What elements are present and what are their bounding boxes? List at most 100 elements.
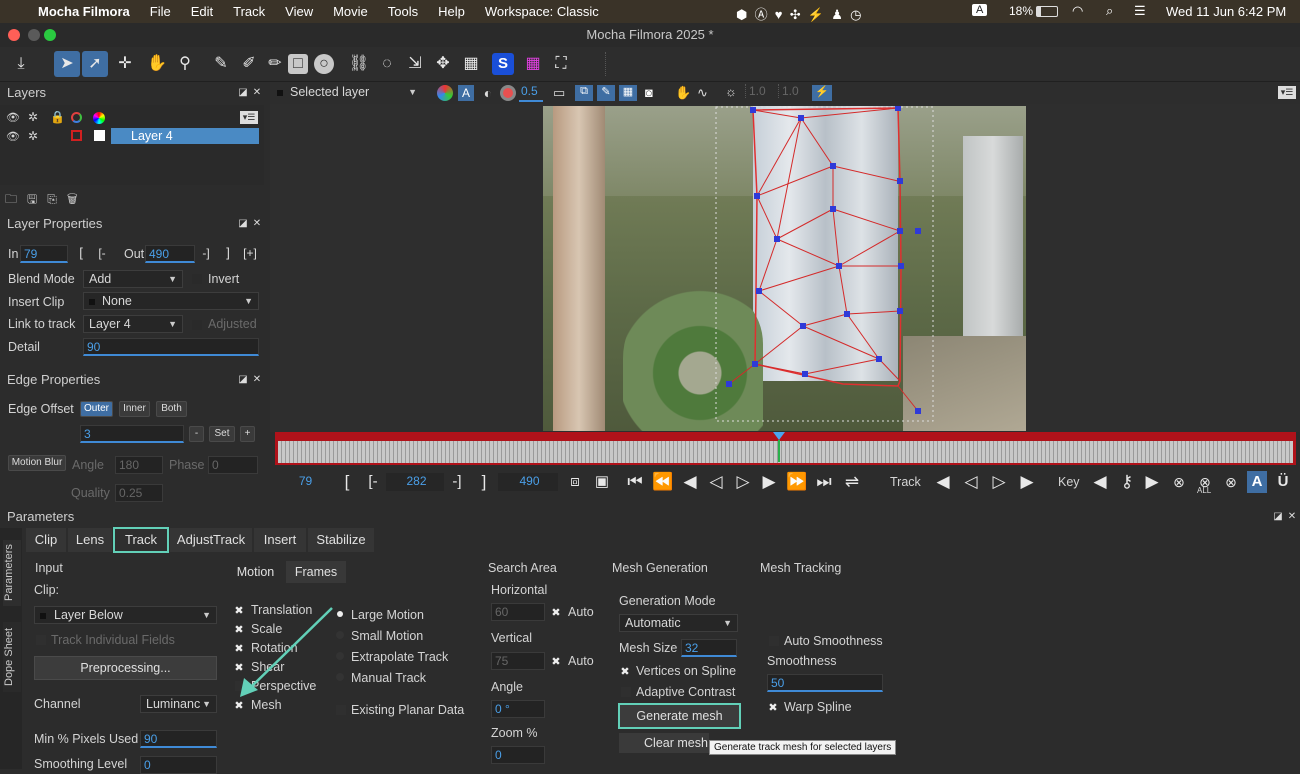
vertices-on-spline-checkbox[interactable]: ✖ xyxy=(619,665,631,678)
new-layer-icon[interactable]: 🖫 xyxy=(27,192,47,206)
surface-icon[interactable]: ▦ xyxy=(458,51,484,77)
out-point-field[interactable]: 490 xyxy=(145,245,195,263)
close-window-icon[interactable] xyxy=(8,29,20,41)
zoom-field[interactable]: 0 xyxy=(491,746,545,764)
wifi-icon[interactable]: ◠ xyxy=(1072,3,1083,19)
delete-layer-icon[interactable]: 🗑 xyxy=(67,192,88,206)
panel-close-icon[interactable]: ✕ xyxy=(1287,512,1297,522)
track-step-backward-icon[interactable]: ◁ xyxy=(960,471,982,493)
insert-clip-select[interactable]: None ▼ xyxy=(83,292,259,310)
in-point-field[interactable]: 79 xyxy=(20,245,68,263)
preprocessing-button[interactable]: Preprocessing... xyxy=(34,656,217,680)
side-tab-parameters[interactable]: Parameters xyxy=(3,540,21,606)
loop-icon[interactable]: ⇌ xyxy=(841,471,863,493)
monitor-icon[interactable]: ▭ xyxy=(553,85,571,101)
menu-view[interactable]: View xyxy=(285,4,313,19)
panel-float-icon[interactable]: ◪ xyxy=(238,88,248,98)
panel-float-icon[interactable]: ◪ xyxy=(238,219,248,229)
smoothing-field[interactable]: 0 xyxy=(140,756,217,774)
tab-track[interactable]: Track xyxy=(113,527,169,553)
spline-view-icon[interactable]: ✎ xyxy=(597,85,615,101)
edge-increment-button[interactable]: + xyxy=(240,426,255,442)
mask-view-icon[interactable]: ◐ xyxy=(480,85,496,101)
menu-workspace[interactable]: Workspace: Classic xyxy=(485,4,599,19)
menu-help[interactable]: Help xyxy=(438,4,465,19)
angle-search-field[interactable]: 0 ° xyxy=(491,700,545,718)
mesh-checkbox[interactable]: ✖ xyxy=(233,699,245,712)
gain-value[interactable]: 1.0 xyxy=(745,84,766,98)
minimize-window-icon[interactable] xyxy=(28,29,40,41)
inner-button[interactable]: Inner xyxy=(119,401,150,417)
step-back-key-icon[interactable]: ⏪ xyxy=(652,471,674,493)
stabilize-view-icon[interactable]: ∿ xyxy=(697,85,715,101)
current-frame-field[interactable]: 282 xyxy=(386,473,444,491)
grid-icon[interactable]: ▦ xyxy=(520,51,546,77)
channel-select[interactable]: Luminanc ▼ xyxy=(140,695,217,713)
pick-tool-icon[interactable]: ➤ xyxy=(54,51,80,77)
adjusted-checkbox[interactable] xyxy=(192,320,202,330)
angle-field[interactable]: 180 xyxy=(115,456,163,474)
rectangle-tool-icon[interactable]: □ xyxy=(288,54,308,74)
hand-tool-icon[interactable]: ✋ xyxy=(144,51,170,77)
grid-view-icon[interactable]: ▦ xyxy=(619,85,637,101)
ellipse-tool-icon[interactable]: ○ xyxy=(314,54,334,74)
tab-insert[interactable]: Insert xyxy=(254,528,306,552)
matte-view-icon[interactable] xyxy=(500,85,516,101)
edge-decrement-button[interactable]: - xyxy=(189,426,204,442)
track-forward-icon[interactable]: ▶ xyxy=(1016,471,1038,493)
move-icon[interactable]: ✥ xyxy=(430,51,456,77)
edge-offset-field[interactable]: 3 xyxy=(80,425,184,443)
layer-color-icon[interactable] xyxy=(71,130,82,141)
transform-icon[interactable]: ⇲ xyxy=(402,51,428,77)
layers-menu-icon[interactable]: ▾☰ xyxy=(240,111,258,124)
video-frame[interactable] xyxy=(543,106,1026,431)
fit-timeline-icon[interactable]: ▣ xyxy=(592,471,612,493)
cache-icon[interactable]: ⚡ xyxy=(812,85,832,101)
goto-in-button[interactable]: [- xyxy=(94,246,110,262)
menu-tools[interactable]: Tools xyxy=(388,4,418,19)
alpha-view-icon[interactable]: A xyxy=(458,85,474,101)
uberkey-button[interactable]: Ü xyxy=(1273,471,1293,493)
next-keyframe-icon[interactable]: ▶ xyxy=(1142,471,1162,493)
tab-lens[interactable]: Lens xyxy=(68,528,112,552)
pan-icon[interactable]: ✋ xyxy=(675,85,693,101)
panel-float-icon[interactable]: ◪ xyxy=(238,375,248,385)
tab-frames[interactable]: Frames xyxy=(286,561,346,583)
prev-keyframe-icon[interactable]: ◀ xyxy=(1090,471,1110,493)
snapshot-icon[interactable]: ◙ xyxy=(645,85,663,101)
phase-field[interactable]: 0 xyxy=(208,456,258,474)
layer-visibility-icon[interactable]: 👁 xyxy=(6,130,20,143)
detail-field[interactable]: 90 xyxy=(83,338,259,356)
track-fields-checkbox[interactable] xyxy=(36,635,46,645)
menu-track[interactable]: Track xyxy=(233,4,265,19)
select-multiple-icon[interactable]: ➚ xyxy=(82,51,108,77)
set-in-button[interactable]: [ xyxy=(73,246,89,262)
color-view-icon[interactable] xyxy=(437,85,453,101)
set-out-button[interactable]: ] xyxy=(221,246,235,262)
clear-mesh-button[interactable]: Clear mesh xyxy=(619,733,709,753)
search-icon[interactable]: ⌕ xyxy=(1106,3,1113,19)
goto-out-point-button[interactable]: -] xyxy=(449,471,465,493)
clear-keyframes-icon[interactable]: ⊗ xyxy=(1222,471,1240,493)
layer-matte-swatch[interactable] xyxy=(94,130,105,141)
duplicate-layer-icon[interactable]: ⎘ xyxy=(47,192,67,206)
set-out-point-button[interactable]: ] xyxy=(478,471,490,493)
delete-keyframe-icon[interactable]: ⊗ xyxy=(1170,471,1188,493)
motion-blur-button[interactable]: Motion Blur xyxy=(8,455,66,471)
next-frame-icon[interactable]: ▷ xyxy=(733,471,753,493)
generation-mode-select[interactable]: Automatic ▼ xyxy=(619,614,738,632)
opacity-value[interactable]: 0.5 xyxy=(521,84,538,98)
new-folder-icon[interactable]: 🗀 xyxy=(5,192,27,206)
playhead-marker[interactable] xyxy=(773,432,785,440)
tab-stabilize[interactable]: Stabilize xyxy=(308,528,374,552)
track-step-forward-icon[interactable]: ▷ xyxy=(988,471,1010,493)
goto-start-icon[interactable]: ⏮ xyxy=(624,471,646,493)
vertical-auto-checkbox[interactable]: ✖ xyxy=(550,655,562,668)
vertical-field[interactable]: 75 xyxy=(491,652,545,670)
warp-spline-checkbox[interactable]: ✖ xyxy=(767,701,779,714)
viewer-menu-icon[interactable]: ▾☰ xyxy=(1278,86,1296,99)
panel-close-icon[interactable]: ✕ xyxy=(252,88,262,98)
panel-close-icon[interactable]: ✕ xyxy=(252,219,262,229)
track-backward-icon[interactable]: ◀ xyxy=(932,471,954,493)
menu-file[interactable]: File xyxy=(150,4,171,19)
